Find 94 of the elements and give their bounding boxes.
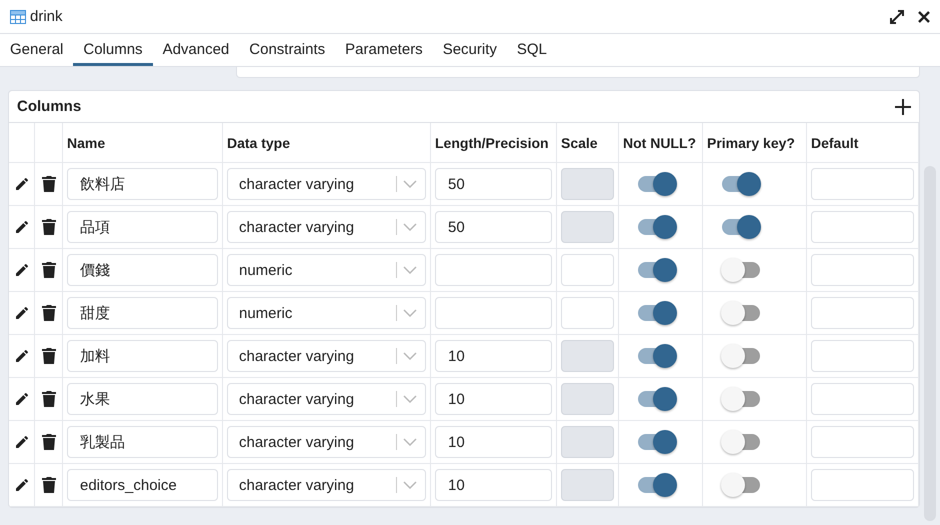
data-type-select[interactable]: character varying — [227, 340, 426, 372]
name-field[interactable]: 價錢 — [67, 254, 218, 286]
data-type-select[interactable]: character varying — [227, 211, 426, 243]
chevron-down-icon — [403, 481, 417, 489]
tab[interactable]: Advanced — [152, 34, 240, 66]
name-field[interactable]: 乳製品 — [67, 426, 218, 458]
length-field[interactable]: 50 — [435, 211, 552, 243]
scale-field[interactable] — [561, 254, 614, 286]
delete-icon[interactable] — [42, 175, 56, 193]
tab[interactable]: General — [0, 34, 74, 66]
delete-icon[interactable] — [42, 433, 56, 451]
table-icon — [10, 10, 26, 24]
column-header: Default — [807, 123, 919, 163]
chevron-down-icon — [403, 266, 417, 274]
default-field[interactable] — [811, 297, 914, 329]
add-icon[interactable] — [895, 98, 911, 114]
column-header: Name — [63, 123, 223, 163]
length-field[interactable] — [435, 297, 552, 329]
column-header: Primary key? — [703, 123, 807, 163]
name-field[interactable]: editors_choice — [67, 469, 218, 501]
column-header: Not NULL? — [619, 123, 703, 163]
toggle-switch[interactable] — [721, 301, 761, 325]
toggle-switch[interactable] — [721, 172, 761, 196]
delete-icon[interactable] — [42, 476, 56, 494]
data-type-select[interactable]: numeric — [227, 254, 426, 286]
toggle-switch[interactable] — [637, 344, 677, 368]
edit-icon[interactable] — [14, 477, 30, 493]
chevron-down-icon — [403, 395, 417, 403]
toggle-switch[interactable] — [637, 172, 677, 196]
edit-icon[interactable] — [14, 434, 30, 450]
default-field[interactable] — [811, 254, 914, 286]
column-header: Scale — [557, 123, 619, 163]
chevron-down-icon — [403, 309, 417, 317]
default-field[interactable] — [811, 211, 914, 243]
edit-icon[interactable] — [14, 262, 30, 278]
tab[interactable]: SQL — [506, 34, 557, 66]
panel-title: Columns — [17, 98, 82, 115]
default-field[interactable] — [811, 426, 914, 458]
default-field[interactable] — [811, 340, 914, 372]
data-type-select[interactable]: character varying — [227, 383, 426, 415]
toggle-switch[interactable] — [637, 215, 677, 239]
toggle-switch[interactable] — [721, 344, 761, 368]
length-field[interactable]: 10 — [435, 340, 552, 372]
data-type-select[interactable]: character varying — [227, 168, 426, 200]
toggle-switch[interactable] — [637, 473, 677, 497]
data-type-select[interactable]: numeric — [227, 297, 426, 329]
scale-field[interactable] — [561, 297, 614, 329]
name-field[interactable]: 品項 — [67, 211, 218, 243]
tab[interactable]: Parameters — [335, 34, 433, 66]
name-field[interactable]: 甜度 — [67, 297, 218, 329]
data-type-select[interactable]: character varying — [227, 469, 426, 501]
length-field[interactable]: 10 — [435, 469, 552, 501]
edit-icon[interactable] — [14, 391, 30, 407]
toggle-switch[interactable] — [637, 387, 677, 411]
default-field[interactable] — [811, 383, 914, 415]
close-icon[interactable] — [918, 10, 930, 22]
name-field[interactable]: 加料 — [67, 340, 218, 372]
column-header: Data type — [223, 123, 431, 163]
delete-icon[interactable] — [42, 390, 56, 408]
chevron-down-icon — [403, 223, 417, 231]
edit-icon[interactable] — [14, 219, 30, 235]
edit-icon[interactable] — [14, 305, 30, 321]
column-header: Length/Precision — [431, 123, 557, 163]
default-field[interactable] — [811, 168, 914, 200]
tab[interactable]: Security — [432, 34, 507, 66]
tab[interactable]: Columns — [73, 34, 153, 66]
chevron-down-icon — [403, 438, 417, 446]
length-field[interactable] — [435, 254, 552, 286]
default-field[interactable] — [811, 469, 914, 501]
delete-icon[interactable] — [42, 261, 56, 279]
name-field[interactable]: 飲料店 — [67, 168, 218, 200]
length-field[interactable]: 10 — [435, 383, 552, 415]
length-field[interactable]: 50 — [435, 168, 552, 200]
data-type-select[interactable]: character varying — [227, 426, 426, 458]
maximize-icon[interactable] — [890, 10, 904, 24]
toggle-switch[interactable] — [721, 473, 761, 497]
toggle-switch[interactable] — [637, 301, 677, 325]
toggle-switch[interactable] — [721, 387, 761, 411]
chevron-down-icon — [403, 180, 417, 188]
delete-icon[interactable] — [42, 218, 56, 236]
toggle-switch[interactable] — [721, 430, 761, 454]
tab[interactable]: Constraints — [239, 34, 336, 66]
chevron-down-icon — [403, 352, 417, 360]
toggle-switch[interactable] — [721, 258, 761, 282]
toggle-switch[interactable] — [637, 258, 677, 282]
delete-icon[interactable] — [42, 347, 56, 365]
toggle-switch[interactable] — [721, 215, 761, 239]
length-field[interactable]: 10 — [435, 426, 552, 458]
edit-icon[interactable] — [14, 348, 30, 364]
delete-icon[interactable] — [42, 304, 56, 322]
window-title: drink — [30, 8, 64, 25]
toggle-switch[interactable] — [637, 430, 677, 454]
name-field[interactable]: 水果 — [67, 383, 218, 415]
edit-icon[interactable] — [14, 176, 30, 192]
